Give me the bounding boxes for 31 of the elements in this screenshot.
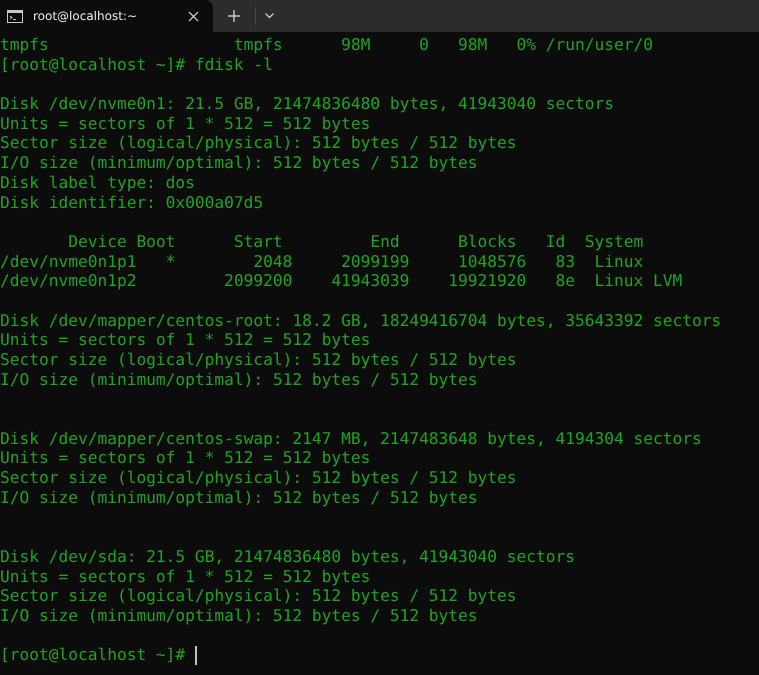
terminal-line: Units = sectors of 1 * 512 = 512 bytes	[0, 566, 370, 586]
new-tab-icon[interactable]	[228, 10, 240, 22]
terminal-line: Sector size (logical/physical): 512 bytes / 512 bytes	[0, 468, 517, 488]
terminal-line: [root@localhost ~]# fdisk -l	[0, 54, 273, 74]
terminal-prompt: [root@localhost ~]#	[0, 645, 186, 664]
terminal-line: I/O size (minimum/optimal): 512 bytes / 512 bytes	[0, 153, 478, 172]
terminal-line: I/O size (minimum/optimal): 512 bytes / 512 bytes	[0, 606, 478, 625]
terminal-tab[interactable]: root@localhost:~	[0, 0, 213, 32]
terminal-icon	[7, 10, 23, 22]
tab-title: root@localhost:~	[33, 9, 138, 23]
terminal-line: Sector size (logical/physical): 512 bytes / 512 bytes	[0, 350, 517, 369]
terminal-line: Units = sectors of 1 * 512 = 512 bytes	[0, 330, 370, 350]
terminal-line: Disk /dev/nvme0n1: 21.5 GB, 21474836480 bytes, 41943040 sectors	[0, 94, 614, 114]
chevron-down-icon[interactable]	[265, 13, 274, 19]
text-cursor	[194, 646, 197, 666]
terminal-line: Disk /dev/mapper/centos-swap: 2147 MB, 2147483648 bytes, 4194304 sectors	[0, 428, 702, 448]
terminal-line: Units = sectors of 1 * 512 = 512 bytes	[0, 114, 370, 133]
terminal-line: Device Boot Start End Blocks Id System	[67, 232, 644, 251]
terminal-line: I/O size (minimum/optimal): 512 bytes / 512 bytes	[0, 488, 478, 507]
terminal-line: Disk identifier: 0x000a07d5	[0, 192, 264, 212]
terminal-line: I/O size (minimum/optimal): 512 bytes / 512 bytes	[0, 370, 478, 389]
terminal-line: Sector size (logical/physical): 512 bytes / 512 bytes	[0, 586, 517, 606]
terminal-line: Sector size (logical/physical): 512 bytes / 512 bytes	[0, 133, 517, 152]
terminal-line: Disk /dev/mapper/centos-root: 18.2 GB, 18249416704 bytes, 35643392 sectors	[0, 310, 722, 330]
terminal-line: Disk label type: dos	[0, 172, 195, 192]
terminal-line: /dev/nvme0n1p1 * 2048 2099199 1048576 83 Linux	[0, 252, 644, 271]
terminal-line: tmpfs tmpfs 98M 0 98M 0% /run/user/0	[0, 35, 653, 54]
terminal-line: Disk /dev/sda: 21.5 GB, 21474836480 bytes, 41943040 sectors	[0, 546, 575, 566]
close-icon[interactable]	[188, 10, 199, 22]
terminal-line: Units = sectors of 1 * 512 = 512 bytes	[0, 448, 370, 468]
terminal-line: /dev/nvme0n1p2 2099200 41943039 19921920 8e Linux LVM	[0, 271, 682, 290]
